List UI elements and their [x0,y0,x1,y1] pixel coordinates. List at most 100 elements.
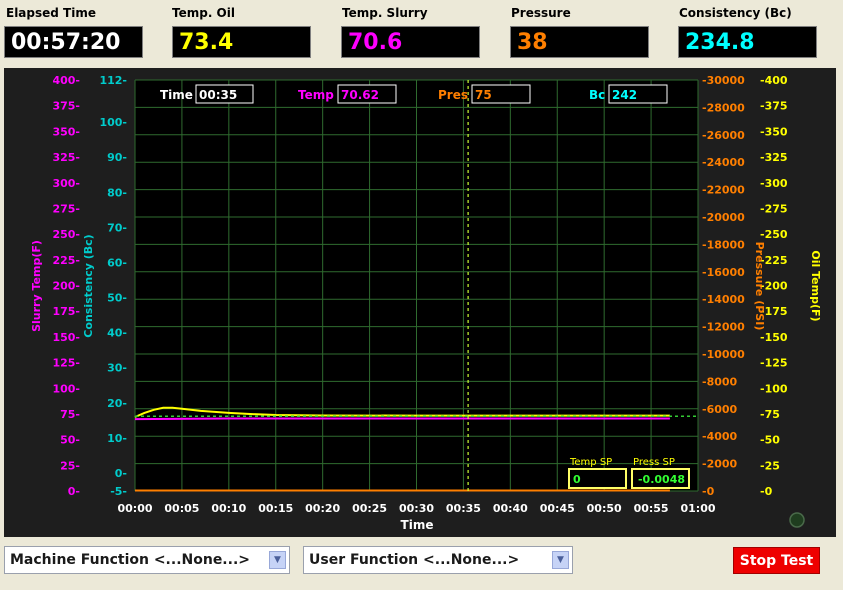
y-tick-label: -14000 [702,293,745,306]
y-tick-label: -28000 [702,101,745,114]
y-tick-label: 50- [107,292,127,305]
status-led-icon [789,512,805,528]
y-tick-label: 60- [107,256,127,269]
slurry-temp-axis: 400- 375- 350- 325- 300- 275- 250- 225- 200- 175-… [52,74,80,498]
consistency-axis: 112- 100- 90- 80- 70- 60- 50- 40- 30- 20- 10- 0- -5- [99,74,127,498]
x-tick-label: 00:15 [258,502,293,515]
y-tick-label: -20000 [702,211,745,224]
temp-slurry-label: Temp. Slurry [342,6,428,20]
y-tick-label: -16000 [702,266,745,279]
y-tick-label: 400- [52,74,80,87]
x-tick-label: 00:05 [164,502,199,515]
x-tick-label: 00:40 [493,502,528,515]
machine-function-value: Machine Function <...None...> [10,552,250,568]
y-tick-label: 70- [107,221,127,234]
y-tick-label: -24000 [702,156,745,169]
x-tick-label: 00:10 [211,502,246,515]
chevron-down-icon[interactable]: ▼ [552,551,569,569]
y-tick-label: 112- [99,74,127,87]
y-tick-label: -2000 [702,458,738,471]
y-tick-label: -5- [110,485,127,498]
y-tick-label: -300 [760,177,788,190]
y-tick-label: 20- [107,397,127,410]
pressure-label: Pressure [511,6,571,20]
cursor-pres-value: 75 [475,88,492,102]
y-tick-label: 350- [52,125,80,138]
y-tick-label: 225- [52,254,80,267]
y-tick-label: -400 [760,74,788,87]
y-tick-label: 80- [107,186,127,199]
y-tick-label: 125- [52,357,80,370]
series-line [134,417,670,421]
temp-slurry-value: 70.6 [341,26,480,58]
press-sp-label: Press SP [633,457,675,468]
elapsed-time-value: 00:57:20 [4,26,143,58]
pressure-axis-title: Pressure (PSI) [753,242,766,331]
y-tick-label: 0- [68,485,80,498]
x-tick-label: 00:50 [587,502,622,515]
y-tick-label: -22000 [702,184,745,197]
y-tick-label: 275- [52,202,80,215]
y-tick-label: -0 [760,485,773,498]
y-tick-label: 175- [52,305,80,318]
x-tick-label: 00:20 [305,502,340,515]
y-tick-label: -25 [760,459,780,472]
chevron-down-icon[interactable]: ▼ [269,551,286,569]
cursor-bc-value: 242 [612,88,637,102]
y-tick-label: -26000 [702,129,745,142]
x-tick-label: 01:00 [680,502,715,515]
y-tick-label: -4000 [702,430,738,443]
y-tick-label: 100- [99,116,127,129]
y-tick-label: 375- [52,100,80,113]
time-axis: 00:00 00:05 00:10 00:15 00:20 00:25 00:30 00:35… [117,502,715,515]
temp-sp-label: Temp SP [569,457,612,468]
x-tick-label: 00:55 [634,502,669,515]
y-tick-label: -125 [760,357,788,370]
y-tick-label: 30- [107,362,127,375]
y-tick-label: -150 [760,331,788,344]
stop-test-button[interactable]: Stop Test [733,547,820,574]
cursor-temp-value: 70.62 [341,88,379,102]
user-function-select[interactable]: User Function <...None...> ▼ [303,546,573,574]
y-tick-label: -50 [760,434,780,447]
y-tick-label: 150- [52,331,80,344]
y-tick-label: 90- [107,151,127,164]
y-tick-label: -375 [760,100,788,113]
y-tick-label: -12000 [702,321,745,334]
machine-function-select[interactable]: Machine Function <...None...> ▼ [4,546,290,574]
y-tick-label: 250- [52,228,80,241]
y-tick-label: 300- [52,177,80,190]
time-axis-title: Time [401,518,434,532]
y-tick-label: 325- [52,151,80,164]
y-tick-label: -275 [760,202,788,215]
y-tick-label: 40- [107,327,127,340]
temp-sp-value: 0 [573,473,581,486]
elapsed-time-label: Elapsed Time [6,6,96,20]
press-sp-value: -0.0048 [638,473,685,486]
y-tick-label: 25- [60,459,80,472]
cursor-temp-label: Temp [298,88,334,102]
y-tick-label: 50- [60,434,80,447]
y-tick-label: -6000 [702,403,738,416]
x-tick-label: 00:45 [540,502,575,515]
y-tick-label: -0 [702,485,715,498]
strip-chart: 400- 375- 350- 325- 300- 275- 250- 225- 200- 175-… [30,74,822,532]
y-tick-label: 100- [52,382,80,395]
cursor-time-value: 00:35 [199,88,237,102]
y-tick-label: -100 [760,382,788,395]
x-tick-label: 00:30 [399,502,434,515]
temp-oil-label: Temp. Oil [172,6,235,20]
cursor-pres-label: Pres [438,88,468,102]
x-tick-label: 00:35 [446,502,481,515]
y-tick-label: -350 [760,125,788,138]
cursor-bc-label: Bc [589,88,605,102]
y-tick-label: 75- [60,408,80,421]
user-function-value: User Function <...None...> [309,552,520,568]
y-tick-label: -18000 [702,238,745,251]
slurry-temp-axis-title: Slurry Temp(F) [30,240,43,332]
consistency-label: Consistency (Bc) [679,6,792,20]
consistency-axis-title: Consistency (Bc) [82,234,95,337]
x-tick-label: 00:00 [117,502,152,515]
temp-oil-value: 73.4 [172,26,311,58]
pressure-value: 38 [510,26,649,58]
